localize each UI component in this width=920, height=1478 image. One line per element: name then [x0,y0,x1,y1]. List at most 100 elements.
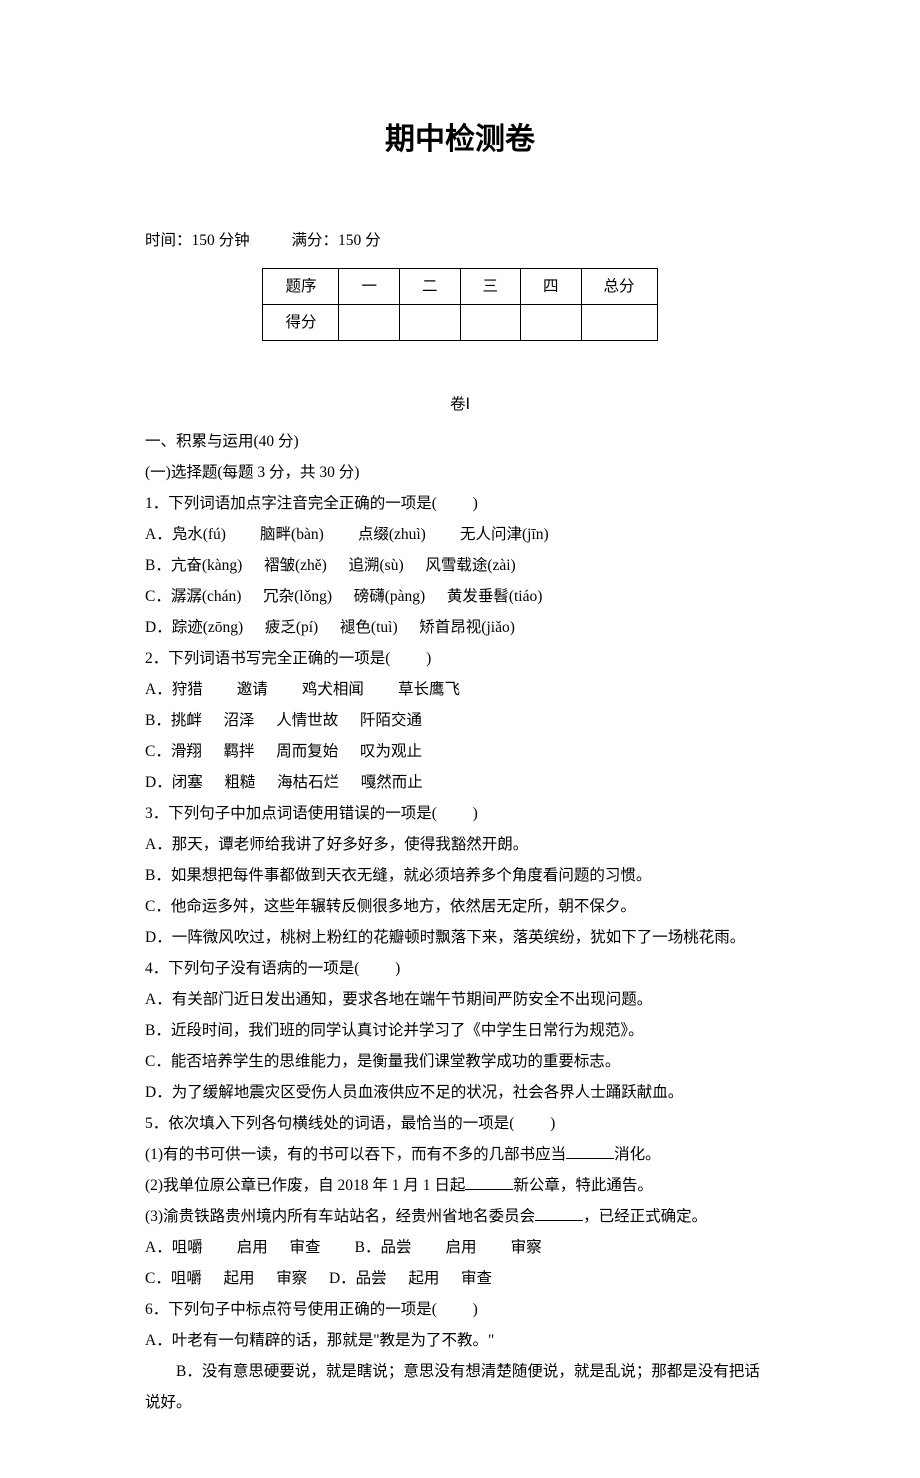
full-score: 满分：150 分 [291,232,380,249]
opt-text: B．挑衅 [145,712,202,729]
text: (2)我单位原公章已作废，自 2018 年 1 月 1 日起 [145,1177,465,1194]
opt-text: 草长鹰飞 [398,681,460,698]
opt-text: 审查 [461,1270,492,1287]
option-b: B．如果想把每件事都做到天衣无缝，就必须培养多个角度看问题的习惯。 [145,860,775,891]
exam-meta: 时间：150 分钟 满分：150 分 [145,225,775,256]
answer-blank [359,960,395,977]
option-row-ab: A．咀嚼启用审查B．品尝启用审察 [145,1232,775,1263]
opt-text: D．闭塞 [145,774,203,791]
fill-blank [535,1206,583,1222]
option-c: C．他命运多舛，这些年辗转反侧很多地方，依然居无定所，朝不保夕。 [145,891,775,922]
opt-text: A．咀嚼 [145,1239,203,1256]
question-stem: 4．下列句子没有语病的一项是( ) [145,953,775,984]
opt-text: B．亢奋(kàng) [145,557,242,574]
opt-text: D．踪迹(zōng) [145,619,243,636]
opt-text: 审查 [290,1239,321,1256]
text: 新公章，特此通告。 [513,1177,653,1194]
opt-text: D．品尝 [329,1270,387,1287]
sub-sentence: (2)我单位原公章已作废，自 2018 年 1 月 1 日起 新公章，特此通告。 [145,1170,775,1201]
table-row: 得分 [263,305,657,341]
sub-sentence: (3)渝贵铁路贵州境内所有车站站名，经贵州省地名委员会，已经正式确定。 [145,1201,775,1232]
row-label: 得分 [263,305,339,341]
col-1: 一 [339,269,400,305]
option-c: C．能否培养学生的思维能力，是衡量我们课堂教学成功的重要标志。 [145,1046,775,1077]
table-row: 题序 一 二 三 四 总分 [263,269,657,305]
option-d: D．一阵微风吹过，桃树上粉红的花瓣顿时飘落下来，落英缤纷，犹如下了一场桃花雨。 [145,922,775,953]
opt-text: 追溯(sù) [349,557,404,574]
answer-blank [390,650,426,667]
opt-text: A．狩猎 [145,681,203,698]
answer-blank [437,495,473,512]
col-4: 四 [521,269,582,305]
opt-text: 海枯石烂 [277,774,339,791]
juan-heading: 卷Ⅰ [145,389,775,420]
score-cell [399,305,460,341]
question-stem: 2．下列词语书写完全正确的一项是( ) [145,643,775,674]
stem-text: 3．下列句子中加点词语使用错误的一项是( [145,805,437,822]
option-d: D．闭塞 粗糙 海枯石烂 嘎然而止 [145,767,775,798]
option-d: D．踪迹(zōng)疲乏(pí)褪色(tuì)矫首昂视(jiǎo) [145,612,775,643]
opt-text: 风雪载途(zài) [425,557,515,574]
option-a: A．那天，谭老师给我讲了好多好多，使得我豁然开朗。 [145,829,775,860]
score-table: 题序 一 二 三 四 总分 得分 [262,268,657,341]
score-cell [521,305,582,341]
stem-text: 2．下列词语书写完全正确的一项是( [145,650,390,667]
score-cell [581,305,657,341]
opt-text: C．滑翔 [145,743,202,760]
option-b: B．挑衅沼泽人情世故阡陌交通 [145,705,775,736]
close-paren: ) [426,650,431,667]
question-stem: 3．下列句子中加点词语使用错误的一项是( ) [145,798,775,829]
stem-text: 6．下列句子中标点符号使用正确的一项是( [145,1301,437,1318]
question-stem: 5．依次填入下列各句横线处的词语，最恰当的一项是( ) [145,1108,775,1139]
option-b: B．没有意思硬要说，就是瞎说；意思没有想清楚随便说，就是乱说；那都是没有把话说好… [145,1356,775,1418]
col-2: 二 [399,269,460,305]
option-a: A．有关部门近日发出通知，要求各地在端午节期间严防安全不出现问题。 [145,984,775,1015]
text: (1)有的书可供一读，有的书可以吞下，而有不多的几部书应当 [145,1146,566,1163]
opt-text: 羁拌 [224,743,255,760]
opt-text: C．咀嚼 [145,1270,202,1287]
option-c: C．滑翔羁拌周而复始叹为观止 [145,736,775,767]
opt-text: 褶皱(zhě) [264,557,327,574]
col-total: 总分 [581,269,657,305]
question-stem: 6．下列句子中标点符号使用正确的一项是( ) [145,1294,775,1325]
opt-text: 粗糙 [224,774,255,791]
option-a: A．凫水(fú)脑畔(bàn)点缀(zhuì)无人问津(jīn) [145,519,775,550]
time-limit: 时间：150 分钟 [145,232,250,249]
stem-text: 4．下列句子没有语病的一项是( [145,960,359,977]
col-3: 三 [460,269,521,305]
answer-blank [437,805,473,822]
col-label: 题序 [263,269,339,305]
opt-text: C．潺潺(chán) [145,588,241,605]
opt-text: 嘎然而止 [361,774,423,791]
opt-text: 人情世故 [276,712,338,729]
sub-sentence: (1)有的书可供一读，有的书可以吞下，而有不多的几部书应当消化。 [145,1139,775,1170]
score-cell [339,305,400,341]
opt-text: 起用 [408,1270,439,1287]
page-title: 期中检测卷 [145,110,775,170]
close-paren: ) [473,1301,478,1318]
option-b: B．近段时间，我们班的同学认真讨论并学习了《中学生日常行为规范》。 [145,1015,775,1046]
opt-text: 褪色(tuì) [340,619,398,636]
text: (3)渝贵铁路贵州境内所有车站站名，经贵州省地名委员会 [145,1208,535,1225]
close-paren: ) [550,1115,555,1132]
stem-text: 5．依次填入下列各句横线处的词语，最恰当的一项是( [145,1115,514,1132]
score-cell [460,305,521,341]
opt-text: 审察 [276,1270,307,1287]
close-paren: ) [473,805,478,822]
opt-text: 启用 [237,1239,268,1256]
opt-text: 审察 [511,1239,542,1256]
opt-text: A．凫水(fú) [145,526,226,543]
opt-text: B．品尝 [355,1239,412,1256]
option-a: A．狩猎邀请鸡犬相闻草长鹰飞 [145,674,775,705]
opt-text: 脑畔(bàn) [260,526,324,543]
close-paren: ) [473,495,478,512]
opt-text: 冗杂(lǒng) [263,588,332,605]
option-c: C．潺潺(chán)冗杂(lǒng)磅礴(pàng)黄发垂髫(tiáo) [145,581,775,612]
subsection-heading: (一)选择题(每题 3 分，共 30 分) [145,457,775,488]
opt-text: 鸡犬相闻 [302,681,364,698]
answer-blank [437,1301,473,1318]
option-a: A．叶老有一句精辟的话，那就是"教是为了不教。" [145,1325,775,1356]
fill-blank [465,1175,513,1191]
opt-text: 磅礴(pàng) [354,588,425,605]
opt-text: 周而复始 [276,743,338,760]
